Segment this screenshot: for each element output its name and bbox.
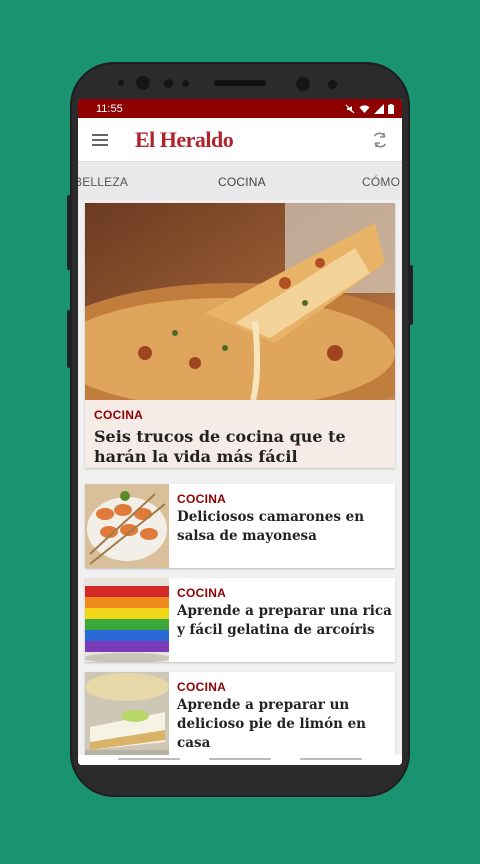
sensor-dot bbox=[182, 80, 189, 87]
article-category: COCINA bbox=[177, 492, 227, 506]
app-logo: El Heraldo bbox=[135, 127, 234, 152]
lime-pie-image bbox=[85, 672, 169, 756]
bixby-button bbox=[67, 310, 71, 368]
tab-cocina[interactable]: COCINA bbox=[218, 175, 266, 189]
featured-article-card[interactable]: COCINA Seis trucos de cocina que te hará… bbox=[85, 203, 395, 468]
article-text: COCINA Aprende a preparar una rica y fác… bbox=[177, 586, 392, 640]
refresh-icon[interactable] bbox=[370, 130, 390, 150]
earpiece bbox=[214, 80, 266, 86]
article-card[interactable]: COCINA Deliciosos camarones en salsa de … bbox=[85, 484, 395, 568]
front-camera bbox=[136, 76, 150, 90]
menu-icon[interactable] bbox=[92, 134, 108, 146]
article-text: COCINA Aprende a preparar un delicioso p… bbox=[177, 680, 392, 753]
sensor-dot bbox=[164, 79, 173, 88]
navigation-bar bbox=[78, 755, 402, 765]
shrimp-image bbox=[85, 484, 169, 568]
screen: 11:55 El Heraldo BELLEZA COCINA CÓMO HA bbox=[78, 99, 402, 765]
article-category: COCINA bbox=[94, 408, 144, 422]
signal-icon bbox=[374, 103, 384, 114]
rainbow-jelly-image bbox=[85, 578, 169, 662]
tab-como-hacer[interactable]: CÓMO HA bbox=[362, 175, 402, 189]
sensor-dot bbox=[118, 80, 124, 86]
volume-button bbox=[67, 195, 71, 270]
status-bar: 11:55 bbox=[78, 99, 402, 118]
status-icons bbox=[345, 103, 394, 114]
nav-back[interactable] bbox=[118, 758, 180, 760]
nav-recents[interactable] bbox=[300, 758, 362, 760]
tab-belleza[interactable]: BELLEZA bbox=[78, 175, 128, 189]
article-title: Aprende a preparar un delicioso pie de l… bbox=[177, 697, 366, 751]
article-card[interactable]: COCINA Aprende a preparar una rica y fác… bbox=[85, 578, 395, 662]
article-title: Seis trucos de cocina que te harán la vi… bbox=[94, 427, 346, 466]
article-text: COCINA Deliciosos camarones en salsa de … bbox=[177, 492, 392, 546]
article-category: COCINA bbox=[177, 586, 227, 600]
status-time: 11:55 bbox=[96, 102, 123, 115]
pizza-image bbox=[85, 203, 395, 400]
article-feed: COCINA Seis trucos de cocina que te hará… bbox=[78, 200, 402, 765]
featured-article-text: COCINA Seis trucos de cocina que te hará… bbox=[94, 408, 389, 467]
article-title: Aprende a preparar una rica y fácil gela… bbox=[177, 603, 392, 638]
article-category: COCINA bbox=[177, 680, 227, 694]
category-tabs: BELLEZA COCINA CÓMO HA bbox=[78, 162, 402, 200]
nav-home[interactable] bbox=[209, 758, 271, 760]
article-title: Deliciosos camarones en salsa de mayones… bbox=[177, 509, 365, 544]
app-bar: El Heraldo bbox=[78, 118, 402, 162]
wifi-icon bbox=[359, 104, 370, 113]
battery-icon bbox=[388, 103, 394, 114]
mute-icon bbox=[345, 104, 355, 113]
power-button bbox=[409, 265, 413, 325]
front-camera-2 bbox=[296, 77, 310, 91]
sensor-dot bbox=[328, 80, 337, 89]
article-card[interactable]: COCINA Aprende a preparar un delicioso p… bbox=[85, 672, 395, 756]
